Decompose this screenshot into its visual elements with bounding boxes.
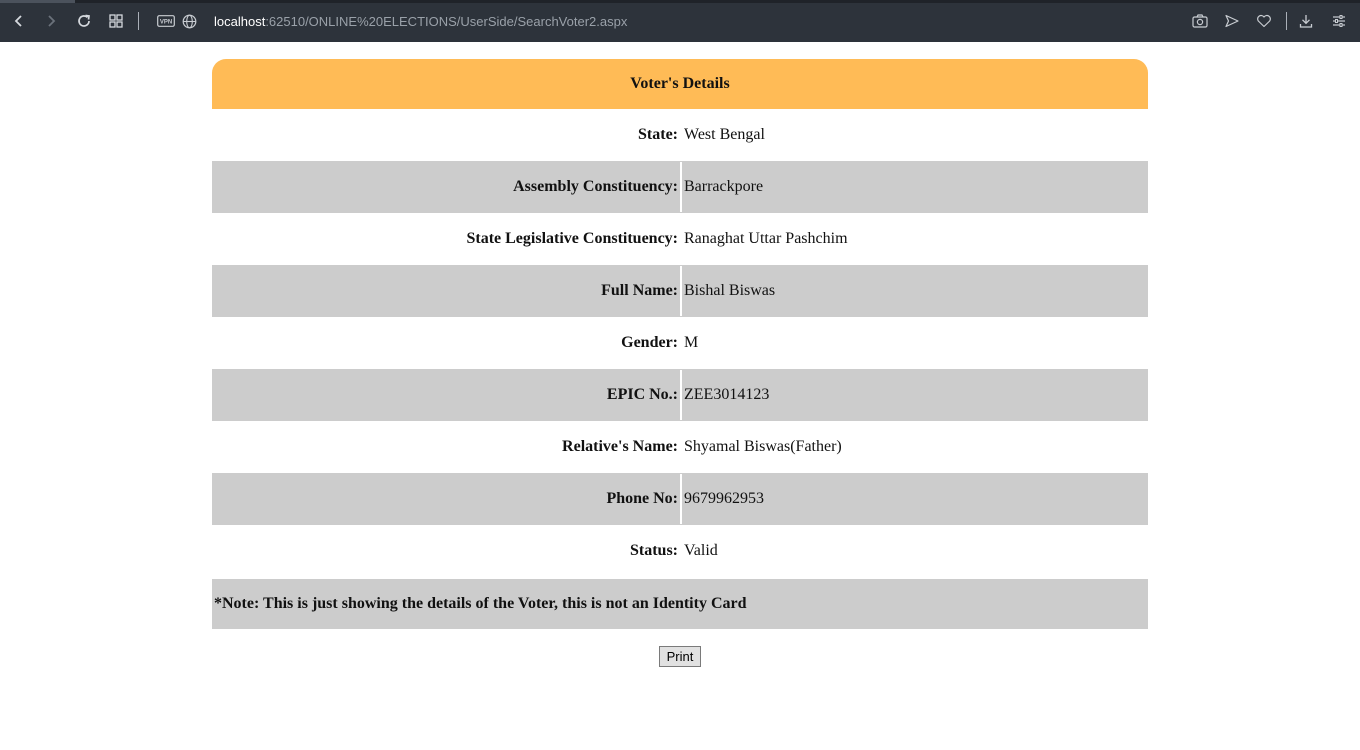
voter-details-header: Voter's Details — [212, 59, 1148, 109]
full-name-label: Full Name: — [212, 266, 682, 316]
full-name-value: Bishal Biswas — [684, 282, 776, 299]
send-icon[interactable] — [1222, 11, 1242, 31]
relative-name-value: Shyamal Biswas(Father) — [684, 438, 842, 455]
browser-toolbar: VPN localhost:62510/ONLINE%20ELECTIONS/U… — [0, 0, 1360, 42]
download-icon[interactable] — [1296, 11, 1316, 31]
forward-icon[interactable] — [41, 11, 61, 31]
state-value: West Bengal — [684, 126, 765, 143]
epic-no-label: EPIC No.: — [212, 370, 682, 420]
url-path: :62510/ONLINE%20ELECTIONS/UserSide/Searc… — [265, 14, 628, 29]
detail-row-full-name: Full Name: Bishal Biswas — [212, 265, 1148, 317]
heart-icon[interactable] — [1254, 11, 1274, 31]
vpn-badge-text: VPN — [160, 20, 172, 26]
camera-icon[interactable] — [1190, 11, 1210, 31]
voter-details-table: Voter's Details State: West Bengal Assem… — [212, 59, 1148, 667]
easy-setup-icon[interactable] — [1329, 11, 1349, 31]
vpn-icon[interactable]: VPN — [156, 11, 176, 31]
gender-value: M — [684, 334, 699, 351]
state-label: State: — [638, 126, 678, 143]
back-icon[interactable] — [9, 11, 29, 31]
active-tab-indicator — [0, 0, 75, 3]
gender-label: Gender: — [621, 334, 678, 351]
toolbar-separator — [138, 12, 139, 30]
assembly-constituency-value: Barrackpore — [684, 178, 764, 195]
detail-row-assembly-constituency: Assembly Constituency: Barrackpore — [212, 161, 1148, 213]
reload-icon[interactable] — [74, 11, 94, 31]
address-bar[interactable]: localhost:62510/ONLINE%20ELECTIONS/UserS… — [214, 14, 627, 29]
detail-row-phone-no: Phone No: 9679962953 — [212, 473, 1148, 525]
speed-dial-icon[interactable] — [106, 11, 126, 31]
globe-icon[interactable] — [179, 11, 199, 31]
epic-no-value: ZEE3014123 — [684, 386, 770, 403]
detail-row-relative-name: Relative's Name: Shyamal Biswas(Father) — [212, 421, 1148, 473]
phone-no-label: Phone No: — [212, 474, 682, 524]
detail-row-status: Status: Valid — [212, 525, 1148, 577]
detail-row-state: State: West Bengal — [212, 109, 1148, 161]
detail-row-epic-no: EPIC No.: ZEE3014123 — [212, 369, 1148, 421]
legislative-constituency-label: State Legislative Constituency: — [466, 230, 678, 247]
print-container: Print — [212, 646, 1148, 667]
url-host: localhost — [214, 14, 266, 29]
print-button[interactable]: Print — [658, 646, 702, 667]
detail-row-legislative-constituency: State Legislative Constituency: Ranaghat… — [212, 213, 1148, 265]
tab-strip-edge — [0, 0, 1360, 3]
toolbar-separator — [1286, 12, 1287, 30]
assembly-constituency-label: Assembly Constituency: — [212, 162, 682, 212]
phone-no-value: 9679962953 — [684, 490, 764, 507]
identity-card-note: *Note: This is just showing the details … — [212, 579, 1148, 629]
status-value: Valid — [684, 542, 718, 559]
relative-name-label: Relative's Name: — [562, 438, 678, 455]
detail-row-gender: Gender: M — [212, 317, 1148, 369]
status-label: Status: — [629, 542, 678, 559]
legislative-constituency-value: Ranaghat Uttar Pashchim — [684, 230, 848, 247]
